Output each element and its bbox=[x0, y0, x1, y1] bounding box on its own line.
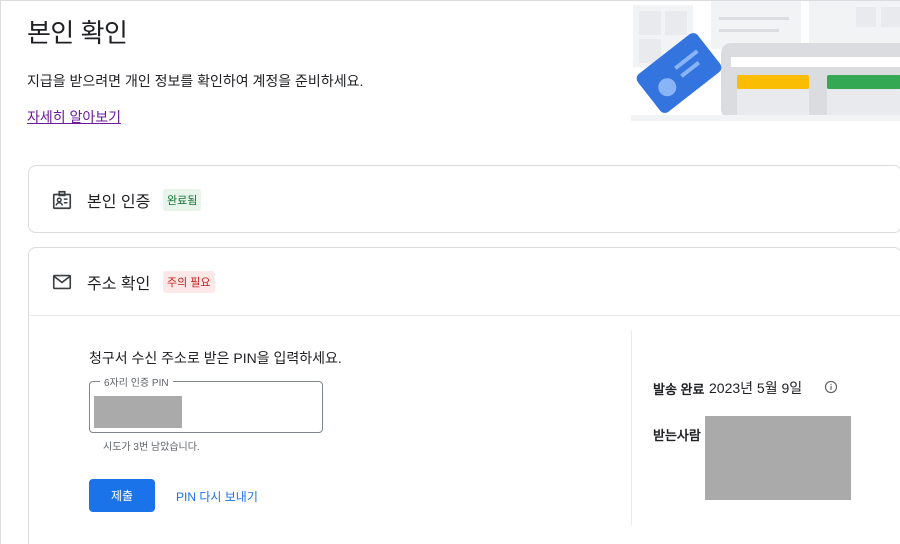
id-badge-icon bbox=[52, 190, 72, 210]
page-title: 본인 확인 bbox=[27, 18, 128, 48]
column-divider bbox=[631, 330, 632, 525]
pin-field-label: 6자리 인증 PIN bbox=[100, 374, 173, 389]
pin-input-field[interactable]: 6자리 인증 PIN bbox=[89, 374, 323, 433]
address-status-badge: 주의 필요 bbox=[163, 271, 215, 293]
address-verification-card: 주소 확인 주의 필요 청구서 수신 주소로 받은 PIN을 입력하세요. 6자… bbox=[28, 247, 900, 544]
resend-pin-button[interactable]: PIN 다시 보내기 bbox=[176, 488, 258, 505]
identity-status-badge: 완료됨 bbox=[163, 189, 202, 211]
sent-date: 2023년 5월 9일 bbox=[709, 380, 803, 396]
address-card-header[interactable]: 주소 확인 주의 필요 bbox=[29, 248, 900, 316]
page-subtitle: 지급을 받으려면 개인 정보를 확인하여 계정을 준비하세요. bbox=[27, 73, 364, 89]
address-card-title: 주소 확인 bbox=[87, 276, 151, 293]
info-icon[interactable] bbox=[824, 380, 838, 394]
identity-card-header[interactable]: 본인 인증 완료됨 bbox=[29, 166, 900, 234]
sent-status-label: 발송 완료 bbox=[653, 382, 705, 397]
identity-card-title: 본인 인증 bbox=[87, 194, 151, 211]
recipient-address-redacted bbox=[705, 416, 851, 500]
verification-page: 본인 확인 지급을 받으려면 개인 정보를 확인하여 계정을 준비하세요. 자세… bbox=[0, 0, 900, 544]
hero-illustration bbox=[631, 1, 900, 121]
mail-icon bbox=[52, 274, 72, 290]
card-divider bbox=[29, 315, 900, 316]
attempts-remaining-text: 시도가 3번 남았습니다. bbox=[103, 442, 200, 453]
submit-button[interactable]: 제출 bbox=[89, 479, 155, 512]
identity-verification-card[interactable]: 본인 인증 완료됨 bbox=[28, 165, 900, 233]
id-card-illustration bbox=[631, 1, 900, 121]
recipient-label: 받는사람 bbox=[653, 428, 701, 443]
pin-prompt: 청구서 수신 주소로 받은 PIN을 입력하세요. bbox=[89, 350, 342, 366]
learn-more-link[interactable]: 자세히 알아보기 bbox=[27, 107, 121, 127]
pin-redacted-value bbox=[94, 396, 182, 428]
